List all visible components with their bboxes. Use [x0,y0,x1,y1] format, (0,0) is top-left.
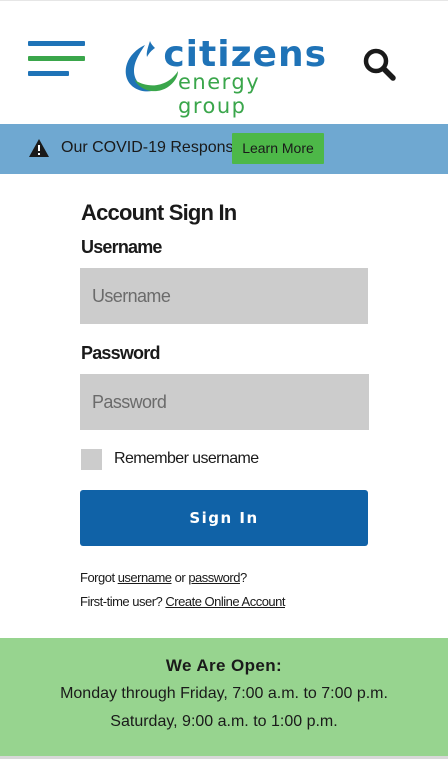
search-icon[interactable] [360,45,400,85]
logo-wordmark: citizens energy group [163,35,330,119]
password-label: Password [81,343,160,363]
forgot-or-text: or [174,570,186,585]
citizens-energy-logo[interactable]: citizens energy group [122,35,330,119]
forgot-credentials-line: Forgot username or password? [80,569,247,587]
covid-response-text: Our COVID-19 Response [61,139,243,156]
hamburger-menu-icon[interactable] [28,41,86,77]
remember-username-checkbox[interactable] [81,449,102,470]
username-label: Username [81,237,162,257]
business-hours-banner: We Are Open: Monday through Friday, 7:00… [0,638,448,756]
menu-bar-bottom [28,71,69,76]
sign-in-button[interactable]: Sign In [80,490,368,546]
create-online-account-link[interactable]: Create Online Account [165,594,285,609]
logo-word-energy-group: energy group [178,70,261,118]
forgot-username-link[interactable]: username [118,570,172,585]
covid-banner: Our COVID-19 Response Learn More [0,124,448,174]
learn-more-button[interactable]: Learn More [232,133,324,164]
site-header: citizens energy group [0,0,448,124]
warning-icon [29,139,49,157]
menu-bar-top [28,41,85,46]
menu-bar-middle [28,56,85,61]
password-input[interactable] [80,374,369,430]
first-time-user-line: First-time user? Create Online Account [80,593,285,611]
forgot-suffix: ? [239,570,247,585]
weekday-hours: Monday through Friday, 7:00 a.m. to 7:00… [60,685,388,702]
forgot-password-link[interactable]: password [188,570,240,585]
first-time-prefix: First-time user? [80,594,163,609]
username-input[interactable] [80,268,368,324]
logo-word-citizens: citizens [163,34,327,75]
remember-username-label[interactable]: Remember username [114,449,259,469]
page-title: Account Sign In [81,200,237,225]
forgot-prefix: Forgot [80,570,115,585]
saturday-hours: Saturday, 9:00 a.m. to 1:00 p.m. [110,713,338,730]
hours-title: We Are Open: [165,656,283,675]
search-glyph [363,48,396,81]
